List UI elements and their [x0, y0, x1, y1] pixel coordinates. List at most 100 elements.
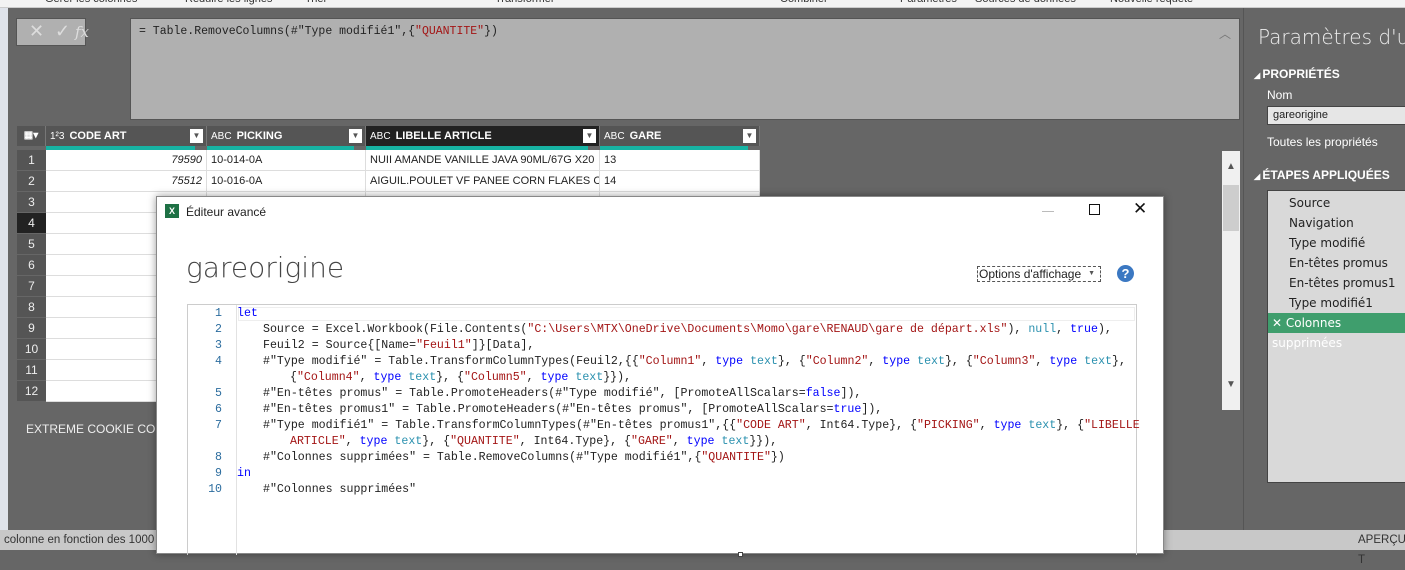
code-token: in — [237, 467, 251, 480]
maximize-button[interactable] — [1089, 204, 1100, 215]
scroll-up-icon[interactable]: ▲ — [1222, 161, 1240, 172]
advanced-editor-dialog: X Éditeur avancé ✕ gareorigine Options d… — [156, 196, 1164, 555]
row-number[interactable]: 8 — [17, 297, 46, 318]
applied-step[interactable]: Type modifié1 — [1268, 293, 1405, 313]
row-number[interactable]: 12 — [17, 381, 46, 402]
code-token: type — [373, 371, 402, 384]
type-icon[interactable]: ABC — [370, 127, 391, 147]
row-number[interactable]: 2 — [17, 171, 46, 192]
row-number[interactable]: 4 — [17, 213, 46, 234]
table-cell[interactable]: 79590 — [46, 150, 207, 171]
filter-dropdown-icon[interactable]: ▼ — [583, 129, 596, 143]
code-token: }, { — [436, 371, 465, 384]
code-token: ]}[Data], — [471, 339, 535, 352]
collapse-chevron-icon[interactable]: ︿ — [1219, 25, 1231, 42]
help-icon[interactable]: ? — [1117, 265, 1134, 282]
table-cell[interactable]: 14 — [600, 171, 760, 192]
fx-icon[interactable]: fx — [75, 23, 89, 41]
filter-dropdown-icon[interactable]: ▼ — [190, 129, 203, 143]
display-options-dropdown[interactable]: Options d'affichage ▼ — [977, 266, 1101, 282]
all-properties-link[interactable]: Toutes les propriétés — [1267, 135, 1378, 149]
applied-step[interactable]: Navigation — [1268, 213, 1405, 233]
applied-step[interactable]: Type modifié — [1268, 233, 1405, 253]
code-token: #"Colonnes supprimées" = Table.RemoveCol… — [263, 451, 702, 464]
query-name-input[interactable]: gareorigine — [1267, 106, 1405, 125]
code-token: "GARE" — [631, 435, 673, 448]
properties-header[interactable]: ◢ PROPRIÉTÉS — [1254, 67, 1340, 81]
row-number[interactable]: 11 — [17, 360, 46, 381]
close-button[interactable]: ✕ — [1133, 199, 1147, 219]
applied-step[interactable]: Source — [1268, 193, 1405, 213]
ribbon-button[interactable]: Trier — [305, 0, 327, 5]
code-token: #"En-têtes promus" = Table.PromoteHeader… — [263, 387, 806, 400]
row-number[interactable]: 5 — [17, 234, 46, 255]
code-token: true — [1070, 323, 1098, 336]
type-icon[interactable]: 1²3 — [50, 127, 64, 147]
code-editor[interactable]: 1 let 2 Source = Excel.Workbook(File.Conten… — [187, 304, 1140, 555]
ribbon-button[interactable]: Transformer — [495, 0, 555, 5]
ribbon-button[interactable]: Réduire les lignes — [185, 0, 272, 5]
code-line: #"En-têtes promus1" = Table.PromoteHeade… — [263, 403, 882, 416]
type-icon[interactable]: ABC — [211, 127, 232, 147]
table-cell[interactable]: AIGUIL.POULET VF PANEE CORN FLAKES CT5..… — [366, 171, 600, 192]
ribbon-button[interactable]: Sources de données — [975, 0, 1076, 5]
code-token: , — [1056, 323, 1071, 336]
row-number[interactable]: 7 — [17, 276, 46, 297]
row-number[interactable]: 9 — [17, 318, 46, 339]
table-cell[interactable]: 10-014-0A — [207, 150, 366, 171]
resize-handle[interactable] — [738, 552, 743, 557]
filter-dropdown-icon[interactable]: ▼ — [743, 129, 756, 143]
step-label: Type modifié — [1289, 236, 1366, 250]
table-menu-icon[interactable]: ▦▾ — [17, 126, 46, 146]
ribbon-button[interactable]: Nouvelle requête — [1110, 0, 1193, 5]
code-token: , — [1035, 355, 1050, 368]
code-line: let — [237, 307, 258, 320]
formula-token: }) — [484, 25, 498, 38]
column-name: GARE — [629, 130, 662, 142]
code-token: , — [672, 435, 687, 448]
delete-step-icon[interactable]: ✕ — [1272, 316, 1286, 330]
formula-bar-input[interactable]: = Table.RemoveColumns(#"Type modifié1",{… — [130, 18, 1240, 120]
minimize-button[interactable] — [1042, 211, 1054, 212]
row-number[interactable]: 1 — [17, 150, 46, 171]
column-header[interactable]: ABC LIBELLE ARTICLE ▼ — [366, 126, 600, 146]
table-cell[interactable]: 13 — [600, 150, 760, 171]
code-token: , — [359, 371, 374, 384]
confirm-icon[interactable]: ✓ — [55, 21, 70, 42]
code-token: , Int64.Type}, { — [805, 419, 918, 432]
column-header[interactable]: ABC PICKING ▼ — [207, 126, 366, 146]
ribbon-button[interactable]: Paramètres — [900, 0, 957, 5]
code-token: #"Colonnes supprimées" — [263, 483, 417, 496]
code-line: #"Colonnes supprimées" = Table.RemoveCol… — [263, 451, 785, 464]
scroll-down-icon[interactable]: ▼ — [1222, 379, 1240, 390]
cancel-icon[interactable]: ✕ — [29, 21, 44, 42]
row-number[interactable]: 3 — [17, 192, 46, 213]
column-header[interactable]: ABC GARE ▼ — [600, 126, 760, 146]
code-token: }, — [1112, 355, 1126, 368]
table-cell[interactable]: 75512 — [46, 171, 207, 192]
table-cell[interactable]: 10-016-0A — [207, 171, 366, 192]
scroll-thumb[interactable] — [1223, 185, 1239, 231]
filter-dropdown-icon[interactable]: ▼ — [349, 129, 362, 143]
applied-steps-header[interactable]: ◢ ÉTAPES APPLIQUÉES — [1254, 168, 1390, 182]
table-cell[interactable]: NUII AMANDE VANILLE JAVA 90ML/67G X20 — [366, 150, 600, 171]
row-number[interactable]: 6 — [17, 255, 46, 276]
code-line: {"Column4", type text}, {"Column5", type… — [290, 371, 631, 384]
applied-step[interactable]: En-têtes promus — [1268, 253, 1405, 273]
ribbon-button[interactable]: Gérer les colonnes — [45, 0, 137, 5]
ribbon-button[interactable]: Combiner — [780, 0, 828, 5]
code-token: type — [715, 355, 744, 368]
line-number: 3 — [215, 339, 222, 352]
line-number: 6 — [215, 403, 222, 416]
code-token: type — [359, 435, 388, 448]
type-icon[interactable]: ABC — [604, 127, 625, 147]
column-name: CODE ART — [69, 130, 127, 142]
applied-step[interactable]: En-têtes promus1 — [1268, 273, 1405, 293]
applied-step[interactable]: ✕ Colonnes supprimées — [1268, 313, 1405, 350]
code-token: text — [917, 355, 945, 368]
column-header[interactable]: 1²3 CODE ART ▼ — [46, 126, 207, 146]
code-token: }, { — [422, 435, 451, 448]
vertical-scrollbar[interactable]: ▲ ▼ — [1222, 151, 1240, 410]
code-line: in — [237, 467, 251, 480]
row-number[interactable]: 10 — [17, 339, 46, 360]
